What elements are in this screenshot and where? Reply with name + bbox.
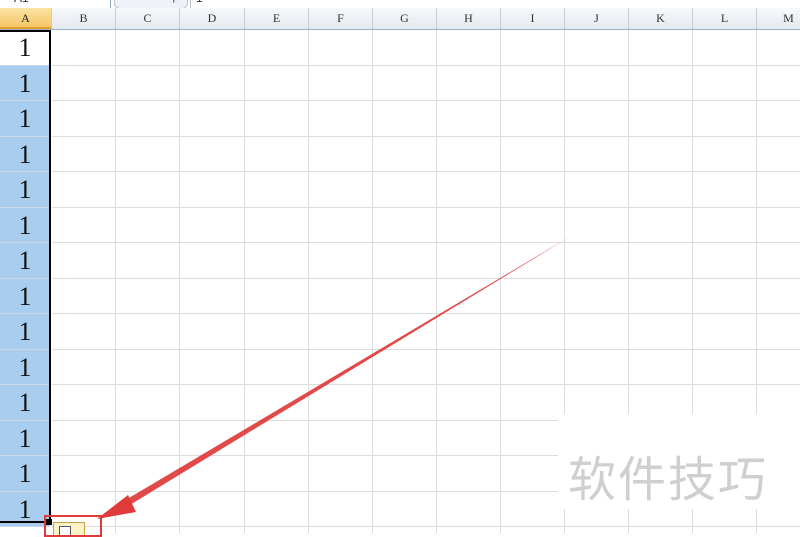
watermark: 软件技巧 — [558, 414, 800, 509]
watermark-text: 软件技巧 — [568, 452, 769, 508]
